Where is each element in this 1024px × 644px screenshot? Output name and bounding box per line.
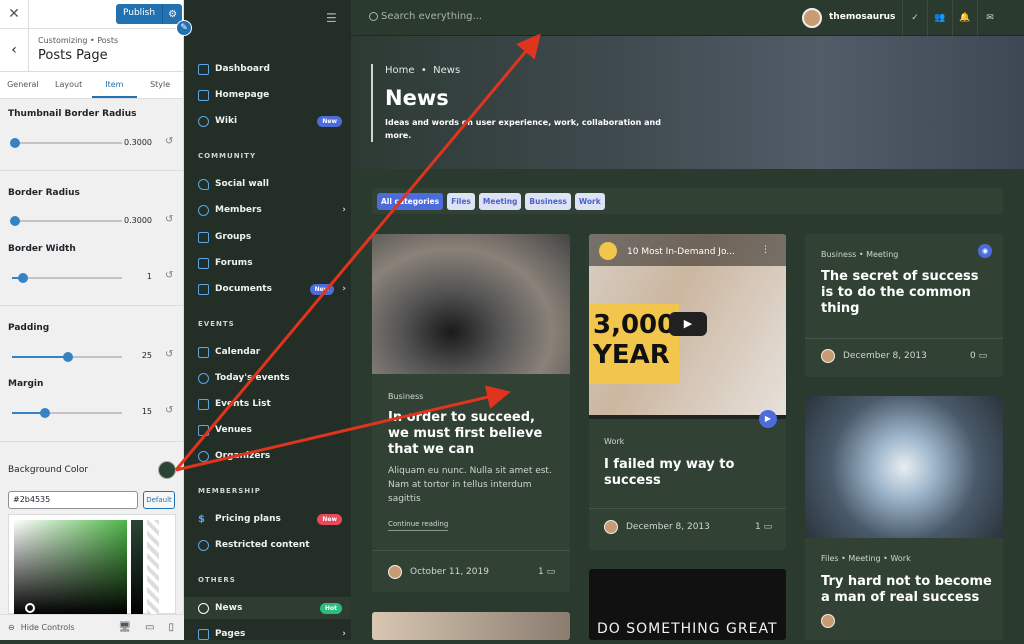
arrow-to-topbar [174, 33, 541, 471]
arrow-to-card [175, 385, 511, 472]
annotation-arrows [174, 33, 541, 472]
